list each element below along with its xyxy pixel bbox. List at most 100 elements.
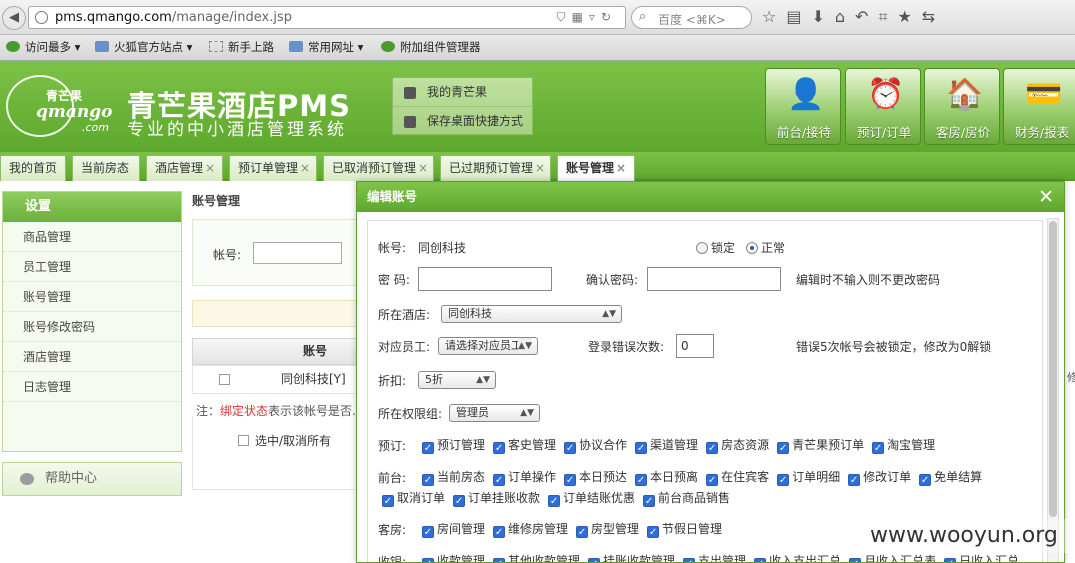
save-shortcut-link[interactable]: 保存桌面快捷方式 bbox=[393, 107, 532, 136]
lock-radio[interactable]: 锁定 bbox=[696, 239, 735, 256]
row-checkbox[interactable] bbox=[219, 374, 230, 385]
dialog-scrollbar[interactable] bbox=[1047, 218, 1059, 562]
password-input[interactable] bbox=[418, 267, 552, 291]
perm-checkbox[interactable]: ✓支出管理 bbox=[683, 552, 746, 562]
perm-checkbox[interactable]: ✓ 免单结算 bbox=[919, 468, 982, 486]
tab-cancelled-bookings[interactable]: 已取消预订管理 × bbox=[323, 155, 434, 181]
perm-checkbox[interactable]: ✓日收入汇总 bbox=[944, 552, 1019, 562]
perm-checkbox[interactable]: ✓收入支出汇总 bbox=[754, 552, 841, 562]
role-select[interactable]: 管理员 ▲▼ bbox=[449, 404, 540, 422]
bookmark-firefox-site[interactable]: 火狐官方站点 ▾ bbox=[95, 39, 192, 55]
perm-checkbox[interactable]: ✓ 在住宾客 bbox=[706, 468, 769, 486]
account-search-input[interactable] bbox=[253, 242, 342, 264]
perm-checkbox[interactable]: ✓ 修改订单 bbox=[848, 468, 911, 486]
perm-checkbox[interactable]: ✓ 取消订单 bbox=[382, 489, 445, 507]
reload-icon[interactable]: ↻ bbox=[601, 10, 617, 24]
confirm-password-input[interactable] bbox=[647, 267, 781, 291]
tab-room-status[interactable]: 当前房态 bbox=[72, 155, 140, 181]
radio-icon bbox=[696, 242, 708, 254]
close-icon[interactable]: × bbox=[418, 161, 428, 175]
perm-front-row-2: ✓ 取消订单 ✓ 订单挂账收款 ✓ 订单结账优惠 ✓ 前台商品销售 bbox=[382, 489, 738, 507]
bookmark-common-sites[interactable]: 常用网址 ▾ bbox=[289, 39, 363, 55]
perm-checkbox[interactable]: ✓ 订单挂账收款 bbox=[453, 489, 540, 507]
perm-checkbox[interactable]: ✓月收入汇总表 bbox=[849, 552, 936, 562]
tab-hotel-management[interactable]: 酒店管理 × bbox=[146, 155, 223, 181]
tab-booking-management[interactable]: 预订单管理 × bbox=[229, 155, 317, 181]
perm-checkbox[interactable]: ✓ 节假日管理 bbox=[647, 520, 722, 538]
close-icon[interactable]: × bbox=[616, 161, 626, 175]
home-icon[interactable]: ⌂ bbox=[835, 7, 855, 26]
bookmark-addons[interactable]: 附加组件管理器 bbox=[381, 39, 481, 55]
sidebar-item-change-password[interactable]: 账号修改密码 bbox=[3, 312, 181, 342]
search-input[interactable]: ⌕ 百度 <⌘K> bbox=[631, 6, 752, 29]
perm-checkbox[interactable]: ✓ 订单明细 bbox=[777, 468, 840, 486]
perm-checkbox[interactable]: ✓ 预订管理 bbox=[422, 436, 485, 454]
perm-checkbox[interactable]: ✓ 维修房管理 bbox=[493, 520, 568, 538]
tab-expired-bookings[interactable]: 已过期预订管理 × bbox=[440, 155, 551, 181]
reception-button[interactable]: 👤 前台/接待 bbox=[765, 68, 841, 145]
perm-checkbox[interactable]: ✓其他收款管理 bbox=[493, 552, 580, 562]
bookmark-most-visited[interactable]: 访问最多 ▾ bbox=[6, 39, 80, 55]
crop-icon[interactable]: ⌗ bbox=[878, 7, 897, 26]
perm-checkbox[interactable]: ✓ 本日预离 bbox=[635, 468, 698, 486]
qr-icon[interactable]: ▦ bbox=[572, 10, 589, 24]
undo-icon[interactable]: ↶ bbox=[855, 7, 878, 26]
back-icon[interactable]: ◀ bbox=[2, 6, 26, 30]
select-all-checkbox[interactable] bbox=[238, 435, 249, 446]
perm-checkbox[interactable]: ✓ 房型管理 bbox=[576, 520, 639, 538]
sidebar-item-hotel[interactable]: 酒店管理 bbox=[3, 342, 181, 372]
sidebar-item-accounts[interactable]: 账号管理 bbox=[3, 282, 181, 312]
perm-checkbox[interactable]: ✓收款管理 bbox=[422, 552, 485, 562]
close-icon[interactable]: × bbox=[300, 161, 310, 175]
login-error-input[interactable]: 0 bbox=[676, 334, 714, 358]
hotel-select[interactable]: 同创科技 ▲▼ bbox=[441, 305, 622, 323]
edit-link-partial[interactable]: 修 bbox=[1067, 369, 1075, 385]
perm-checkbox[interactable]: ✓ 前台商品销售 bbox=[643, 489, 730, 507]
perm-checkbox[interactable]: ✓挂账收款管理 bbox=[588, 552, 675, 562]
url-field[interactable]: pms.qmango.com/manage/index.jsp ⛉▦▿↻ bbox=[28, 6, 626, 29]
star-icon[interactable]: ☆ bbox=[762, 7, 786, 26]
staff-select[interactable]: 请选择对应员工 ▲▼ bbox=[438, 337, 538, 355]
perm-checkbox[interactable]: ✓ 淘宝管理 bbox=[872, 436, 935, 454]
sidebar-item-logs[interactable]: 日志管理 bbox=[3, 372, 181, 402]
reader-icon[interactable]: ▤ bbox=[786, 7, 811, 26]
perm-checkbox[interactable]: ✓ 当前房态 bbox=[422, 468, 485, 486]
scrollbar-thumb[interactable] bbox=[1049, 221, 1057, 517]
booking-button[interactable]: ⏰ 预订/订单 bbox=[845, 68, 921, 145]
checkmark-icon: ✓ bbox=[872, 442, 885, 454]
perm-checkbox[interactable]: ✓ 房间管理 bbox=[422, 520, 485, 538]
perm-checkbox[interactable]: ✓ 订单结账优惠 bbox=[548, 489, 635, 507]
perm-checkbox[interactable]: ✓ 房态资源 bbox=[706, 436, 769, 454]
url-text[interactable]: pms.qmango.com/manage/index.jsp bbox=[55, 10, 292, 25]
rooms-button[interactable]: 🏠 客房/房价 bbox=[924, 68, 1000, 145]
close-icon[interactable]: × bbox=[205, 161, 215, 175]
close-icon[interactable]: × bbox=[535, 161, 545, 175]
sidebar-item-goods[interactable]: 商品管理 bbox=[3, 222, 181, 252]
bookmark-getting-started[interactable]: 新手上路 bbox=[209, 39, 274, 55]
dropdown-icon[interactable]: ▿ bbox=[589, 10, 601, 24]
chevron-down-icon: ▲▼ bbox=[602, 309, 616, 319]
close-icon[interactable]: ✕ bbox=[1038, 185, 1054, 209]
perm-checkbox[interactable]: ✓ 订单操作 bbox=[493, 468, 556, 486]
normal-radio[interactable]: 正常 bbox=[746, 239, 785, 256]
perm-checkbox[interactable]: ✓ 本日预达 bbox=[564, 468, 627, 486]
perm-checkbox[interactable]: ✓ 协议合作 bbox=[564, 436, 627, 454]
shield-icon[interactable]: ⛉ bbox=[557, 10, 572, 24]
confirm-password-label: 确认密码: bbox=[586, 273, 639, 287]
addon-star-icon[interactable]: ★ bbox=[897, 7, 921, 26]
tab-home[interactable]: 我的首页 bbox=[0, 155, 66, 181]
sync-icon[interactable]: ⇆ bbox=[922, 7, 945, 26]
perm-checkbox[interactable]: ✓ 渠道管理 bbox=[635, 436, 698, 454]
sidebar-item-staff[interactable]: 员工管理 bbox=[3, 252, 181, 282]
perm-checkbox[interactable]: ✓ 客史管理 bbox=[493, 436, 556, 454]
finance-button[interactable]: 💳 财务/报表 bbox=[1003, 68, 1075, 145]
discount-select[interactable]: 5折 ▲▼ bbox=[418, 371, 496, 389]
help-center-button[interactable]: 帮助中心 bbox=[2, 462, 182, 496]
perm-checkbox[interactable]: ✓ 青芒果预订单 bbox=[777, 436, 864, 454]
checkmark-icon: ✓ bbox=[422, 558, 434, 562]
select-all-toggle[interactable]: 选中/取消所有 bbox=[238, 432, 331, 449]
download-icon[interactable]: ⬇ bbox=[811, 7, 834, 26]
my-qmango-link[interactable]: 我的青芒果 bbox=[393, 78, 532, 107]
tab-account-management[interactable]: 账号管理 × bbox=[557, 155, 635, 182]
checkmark-icon: ✓ bbox=[493, 526, 506, 538]
